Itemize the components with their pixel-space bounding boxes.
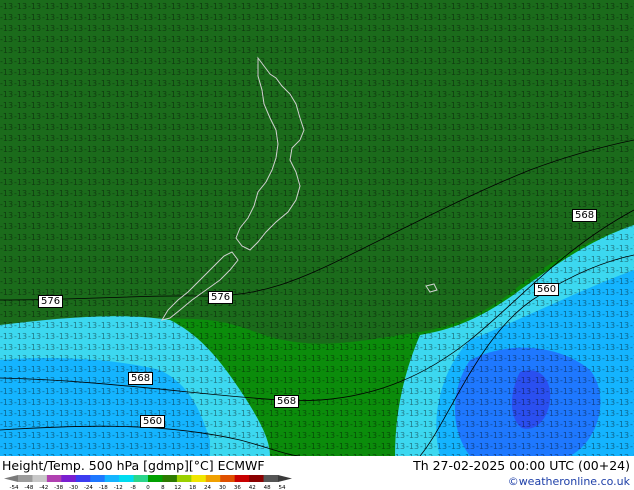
contour-label-568-south: 568	[274, 395, 300, 408]
colorbar-swatch	[205, 475, 221, 482]
colorbar-tick-label: -30	[69, 485, 78, 490]
colorbar-tick-label: -54	[10, 485, 19, 490]
colorbar-tick-label: 24	[204, 485, 211, 490]
colorbar-tick-label: 8	[161, 485, 165, 490]
colorbar-swatch	[148, 475, 163, 482]
weather-map: -13	[0, 0, 634, 456]
contour-label-576-west: 576	[38, 295, 64, 308]
temperature-number-grid	[0, 0, 634, 456]
colorbar-swatch	[32, 475, 48, 482]
colorbar-tick-label: 18	[189, 485, 196, 490]
contour-label-568-east: 568	[572, 209, 598, 222]
footer-bar: Height/Temp. 500 hPa [gdmp][°C] ECMWF Th…	[0, 456, 634, 490]
colorbar-swatch	[176, 475, 192, 482]
colorbar-tick-label: -12	[114, 485, 123, 490]
colorbar-swatch	[220, 475, 236, 482]
colorbar-swatch	[104, 475, 120, 482]
colorbar-swatch	[90, 475, 106, 482]
colorbar-tick-label: -42	[39, 485, 48, 490]
colorbar-swatch	[119, 475, 135, 482]
colorbar-swatch	[61, 475, 77, 482]
colorbar-tick-label: -24	[84, 485, 93, 490]
contour-label-560-east: 560	[534, 283, 560, 296]
colorbar: -54 -48 -42 -38 -30 -24 -18 -12 -8 0 8 12 18 24 30 36 42…	[4, 475, 292, 490]
colorbar-tick-label: 54	[279, 485, 286, 490]
colorbar-right-arrow	[278, 475, 292, 482]
colorbar-swatch	[18, 475, 33, 482]
colorbar-tick-label: 42	[249, 485, 256, 490]
colorbar-tick-label: -48	[24, 485, 33, 490]
colorbar-tick-label: 12	[174, 485, 181, 490]
contour-label-568-west: 568	[128, 372, 154, 385]
colorbar-swatch	[249, 475, 265, 482]
colorbar-tick-label: 30	[219, 485, 226, 490]
forecast-time: Th 27-02-2025 00:00 UTC (00+24)	[413, 458, 630, 473]
colorbar-swatch	[263, 475, 279, 482]
colorbar-swatch	[75, 475, 91, 482]
colorbar-swatch	[46, 475, 62, 482]
colorbar-swatch	[133, 475, 149, 482]
colorbar-tick-label: -18	[99, 485, 108, 490]
credit-link[interactable]: ©weatheronline.co.uk	[508, 475, 630, 488]
contour-label-560-west: 560	[140, 415, 166, 428]
colorbar-tick-label: -8	[130, 485, 136, 490]
map-title: Height/Temp. 500 hPa [gdmp][°C] ECMWF	[2, 458, 265, 473]
colorbar-tick-label: 0	[146, 485, 150, 490]
colorbar-swatch	[234, 475, 250, 482]
colorbar-swatch	[162, 475, 178, 482]
colorbar-tick-label: 48	[264, 485, 271, 490]
colorbar-swatch	[191, 475, 207, 482]
colorbar-tick-label: -38	[54, 485, 63, 490]
contour-label-576-center: 576	[208, 291, 234, 304]
colorbar-left-arrow	[4, 475, 18, 482]
colorbar-tick-label: 36	[234, 485, 241, 490]
